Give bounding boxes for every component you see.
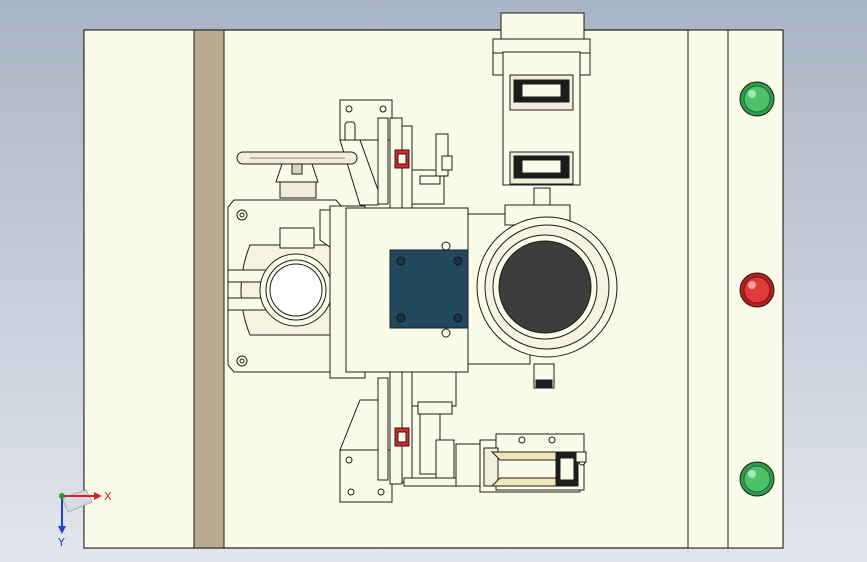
cad-viewport[interactable]: X Y (0, 0, 867, 562)
indicator-light-middle[interactable] (739, 272, 775, 308)
cad-drawing[interactable]: X Y (0, 0, 867, 562)
insulation-strip (193, 29, 225, 549)
left-plate (83, 29, 195, 549)
right-rail (687, 29, 729, 549)
top-cylinder-assembly[interactable] (492, 12, 591, 211)
axis-y-arrow (58, 526, 66, 534)
axis-y-label: Y (57, 536, 65, 549)
motor-plate[interactable] (389, 241, 469, 338)
indicator-light-bottom[interactable] (739, 461, 775, 497)
axis-x-label: X (104, 490, 112, 503)
indicator-light-top[interactable] (739, 81, 775, 117)
